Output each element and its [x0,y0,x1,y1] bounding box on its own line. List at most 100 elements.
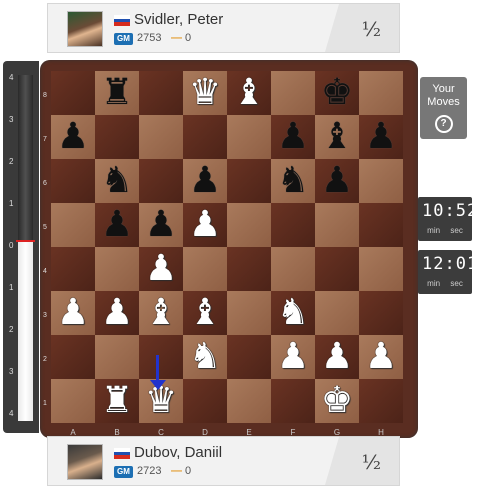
square-b5[interactable]: ♟ [95,203,139,247]
black-pawn-icon[interactable]: ♟ [315,159,359,203]
square-h4[interactable] [359,247,403,291]
square-e6[interactable] [227,159,271,203]
square-c5[interactable]: ♟ [139,203,183,247]
russia-flag-icon [114,15,130,26]
black-pawn-icon[interactable]: ♟ [51,115,95,159]
white-bishop-icon[interactable]: ♝ [183,291,227,335]
black-pawn-icon[interactable]: ♟ [183,159,227,203]
square-g6[interactable]: ♟ [315,159,359,203]
square-f7[interactable]: ♟ [271,115,315,159]
square-b6[interactable]: ♞ [95,159,139,203]
black-pawn-icon[interactable]: ♟ [271,115,315,159]
square-a4[interactable] [51,247,95,291]
square-h6[interactable] [359,159,403,203]
square-a1[interactable] [51,379,95,423]
rank-label: 1 [43,400,47,407]
white-pawn-icon[interactable]: ♟ [359,335,403,379]
square-f3[interactable]: ♞ [271,291,315,335]
square-b7[interactable] [95,115,139,159]
square-g5[interactable] [315,203,359,247]
square-d5[interactable]: ♟ [183,203,227,247]
square-d4[interactable] [183,247,227,291]
player-score: ½ [361,17,381,41]
square-c4[interactable]: ♟ [139,247,183,291]
clock-units: min sec [427,226,463,235]
square-c8[interactable] [139,71,183,115]
square-f2[interactable]: ♟ [271,335,315,379]
square-b8[interactable]: ♜ [95,71,139,115]
square-h2[interactable]: ♟ [359,335,403,379]
square-e8[interactable]: ♝ [227,71,271,115]
black-king-icon[interactable]: ♚ [315,71,359,115]
your-moves-button[interactable]: Your Moves ? [420,77,467,139]
square-d2[interactable]: ♞ [183,335,227,379]
square-f8[interactable] [271,71,315,115]
square-b3[interactable]: ♟ [95,291,139,335]
square-b4[interactable] [95,247,139,291]
white-bishop-icon[interactable]: ♝ [227,71,271,115]
white-pawn-icon[interactable]: ♟ [315,335,359,379]
square-h1[interactable] [359,379,403,423]
square-a6[interactable] [51,159,95,203]
square-d7[interactable] [183,115,227,159]
black-rook-icon[interactable]: ♜ [95,71,139,115]
your-moves-label: Your [432,83,455,95]
white-knight-icon[interactable]: ♞ [271,291,315,335]
square-c3[interactable]: ♝ [139,291,183,335]
square-g1[interactable]: ♚ [315,379,359,423]
black-pawn-icon[interactable]: ♟ [139,203,183,247]
square-g2[interactable]: ♟ [315,335,359,379]
square-f1[interactable] [271,379,315,423]
square-h3[interactable] [359,291,403,335]
square-d3[interactable]: ♝ [183,291,227,335]
square-e2[interactable] [227,335,271,379]
white-pawn-icon[interactable]: ♟ [271,335,315,379]
black-knight-icon[interactable]: ♞ [95,159,139,203]
square-b1[interactable]: ♜ [95,379,139,423]
player-name[interactable]: Dubov, Daniil [134,444,222,461]
white-queen-icon[interactable]: ♛ [183,71,227,115]
white-pawn-icon[interactable]: ♟ [139,247,183,291]
white-pawn-icon[interactable]: ♟ [95,291,139,335]
square-e4[interactable] [227,247,271,291]
square-b2[interactable] [95,335,139,379]
square-d6[interactable]: ♟ [183,159,227,203]
black-knight-icon[interactable]: ♞ [271,159,315,203]
white-pawn-icon[interactable]: ♟ [183,203,227,247]
square-e7[interactable] [227,115,271,159]
white-pawn-icon[interactable]: ♟ [51,291,95,335]
square-h7[interactable]: ♟ [359,115,403,159]
square-e5[interactable] [227,203,271,247]
white-bishop-icon[interactable]: ♝ [139,291,183,335]
square-f5[interactable] [271,203,315,247]
square-a8[interactable] [51,71,95,115]
player-name[interactable]: Svidler, Peter [134,11,223,28]
square-f4[interactable] [271,247,315,291]
square-a3[interactable]: ♟ [51,291,95,335]
square-a2[interactable] [51,335,95,379]
square-c6[interactable] [139,159,183,203]
square-g4[interactable] [315,247,359,291]
square-d1[interactable] [183,379,227,423]
square-c7[interactable] [139,115,183,159]
square-e1[interactable] [227,379,271,423]
black-pawn-icon[interactable]: ♟ [359,115,403,159]
square-a7[interactable]: ♟ [51,115,95,159]
square-d8[interactable]: ♛ [183,71,227,115]
white-king-icon[interactable]: ♚ [315,379,359,423]
square-g7[interactable]: ♝ [315,115,359,159]
black-bishop-icon[interactable]: ♝ [315,115,359,159]
score-box: ½ [325,4,399,52]
white-knight-icon[interactable]: ♞ [183,335,227,379]
square-f6[interactable]: ♞ [271,159,315,203]
white-rook-icon[interactable]: ♜ [95,379,139,423]
square-g3[interactable] [315,291,359,335]
square-a5[interactable] [51,203,95,247]
square-h8[interactable] [359,71,403,115]
square-e3[interactable] [227,291,271,335]
square-h5[interactable] [359,203,403,247]
square-c2[interactable] [139,335,183,379]
square-g8[interactable]: ♚ [315,71,359,115]
chess-board[interactable]: ♜ ♛ ♝ ♚ ♟ ♟ ♝ ♟ ♞ ♟ ♞ ♟ ♟ ♟ ♟ ♟ ♟ ♟ ♝ ♝ ♞ ♞ ♟ ♟ ♟ ♜ ♛ ♚ [51,71,403,423]
black-pawn-icon[interactable]: ♟ [95,203,139,247]
